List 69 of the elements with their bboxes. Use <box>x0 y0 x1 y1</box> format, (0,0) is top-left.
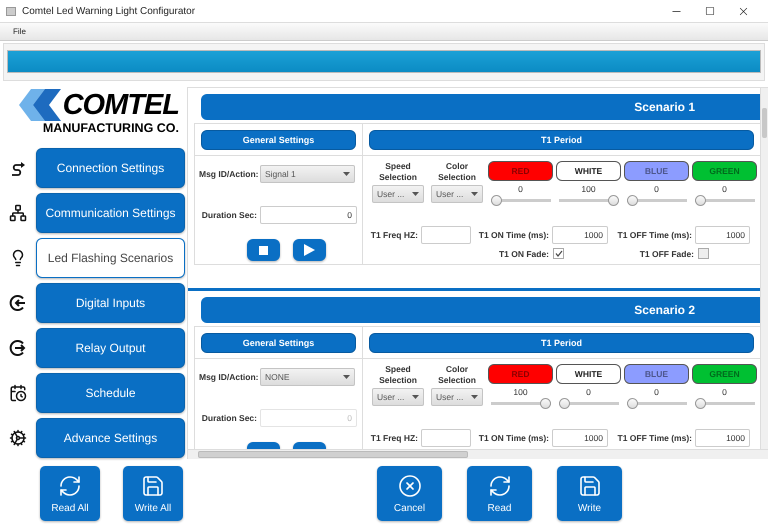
msg-id-dropdown[interactable]: NONE <box>260 368 355 386</box>
scenario-title: Scenario 1 <box>634 100 695 114</box>
fade-label: T1 OFF Fade: <box>638 248 695 258</box>
action-button[interactable]: Cancel <box>377 466 442 521</box>
section-header: T1 Period <box>369 130 754 150</box>
scenario-title: Scenario 2 <box>634 303 695 317</box>
color-button[interactable]: BLUE <box>624 161 689 181</box>
dropdown-value: User ... <box>436 189 464 199</box>
on-time-field[interactable]: 1000 <box>552 226 608 244</box>
dropdown-value: Signal 1 <box>265 169 296 179</box>
field-label: Msg ID/Action: <box>199 372 257 382</box>
color-button[interactable]: GREEN <box>692 161 757 181</box>
nav-button[interactable]: Advance Settings <box>36 418 185 458</box>
color-dropdown[interactable]: User ... <box>431 388 483 406</box>
field-label: Duration Sec: <box>200 210 257 220</box>
menu-item[interactable]: File <box>13 27 26 36</box>
nav-button[interactable]: Relay Output <box>36 328 185 368</box>
section-header: General Settings <box>201 130 356 150</box>
window-title: Comtel Led Warning Light Configurator <box>22 6 196 16</box>
action-button[interactable]: Read All <box>40 466 100 521</box>
nav-button[interactable]: Led Flashing Scenarios <box>36 238 185 278</box>
slider-reading: 100 <box>513 387 528 397</box>
off-time-field[interactable]: 1000 <box>695 226 750 244</box>
duration-field[interactable]: 0 <box>260 206 357 224</box>
dropdown-value: User ... <box>377 189 404 199</box>
field-label: T1 Freq HZ: <box>370 433 418 443</box>
slider-reading: 0 <box>654 387 659 397</box>
dropdown-value: NONE <box>265 372 290 382</box>
color-button[interactable]: WHITE <box>556 364 621 384</box>
field-label: Color Selection <box>437 161 477 183</box>
color-button[interactable]: WHITE <box>556 161 621 181</box>
speed-dropdown[interactable]: User ... <box>372 185 424 203</box>
action-button[interactable]: Write <box>557 466 622 521</box>
field-label: T1 OFF Time (ms): <box>616 433 692 443</box>
action-button[interactable]: Write All <box>123 466 183 521</box>
slider-reading: 0 <box>518 184 523 194</box>
dropdown-value: User ... <box>377 392 404 402</box>
nav-button[interactable]: Schedule <box>36 373 185 413</box>
section-header: T1 Period <box>369 332 754 352</box>
slider-reading: 0 <box>654 184 659 194</box>
on-time-field[interactable]: 1000 <box>552 429 608 447</box>
off-time-field[interactable]: 1000 <box>695 429 750 447</box>
slider-reading: 0 <box>722 184 727 194</box>
field-label: Speed Selection <box>378 161 418 183</box>
section-header: General Settings <box>201 332 356 352</box>
fade-label: T1 ON Fade: <box>498 248 550 258</box>
nav-button[interactable]: Communication Settings <box>36 193 185 233</box>
nav-button[interactable]: Digital Inputs <box>36 283 185 323</box>
logo-name: COMTEL <box>62 89 179 121</box>
field-label: Msg ID/Action: <box>199 169 257 179</box>
field-label: T1 Freq HZ: <box>370 230 418 240</box>
field-label: Speed Selection <box>378 364 418 386</box>
field-label: T1 OFF Time (ms): <box>616 230 692 240</box>
nav-button[interactable]: Connection Settings <box>36 148 185 188</box>
msg-id-dropdown[interactable]: Signal 1 <box>260 165 355 183</box>
color-button[interactable]: GREEN <box>692 364 757 384</box>
color-dropdown[interactable]: User ... <box>431 185 483 203</box>
field-label: T1 ON Time (ms): <box>478 230 549 240</box>
slider-reading: 100 <box>581 184 596 194</box>
field-label: Duration Sec: <box>200 413 257 423</box>
action-button[interactable]: Read <box>467 466 532 521</box>
slider-reading: 0 <box>722 387 727 397</box>
color-button[interactable]: BLUE <box>624 364 689 384</box>
field-label: Color Selection <box>437 364 477 386</box>
logo-tagline: MANUFACTURING CO. <box>42 121 179 135</box>
slider-reading: 0 <box>586 387 591 397</box>
field-label: T1 ON Time (ms): <box>478 433 549 443</box>
dropdown-value: User ... <box>436 392 464 402</box>
speed-dropdown[interactable]: User ... <box>372 388 424 406</box>
